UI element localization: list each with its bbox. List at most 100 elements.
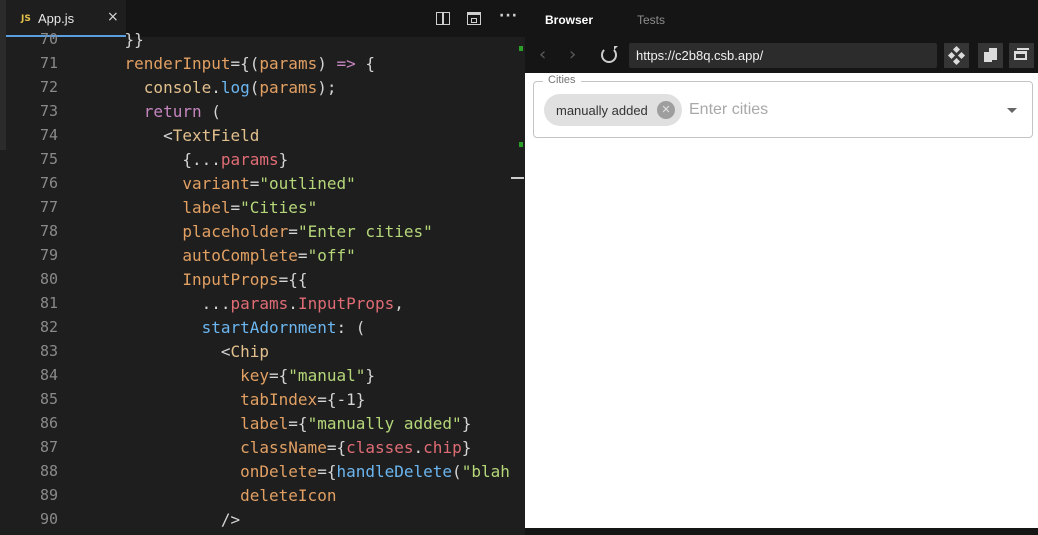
- open-new-window-icon[interactable]: [1009, 43, 1034, 68]
- code-lines[interactable]: 70 }} 71 renderInput={(params) => {72 con…: [0, 30, 525, 532]
- code-token: <: [86, 126, 173, 145]
- back-icon[interactable]: ‹: [539, 44, 546, 65]
- code-line[interactable]: 72 console.log(params);: [0, 76, 525, 100]
- code-token: handleDelete: [336, 462, 453, 481]
- code-token: .: [211, 78, 221, 97]
- minimap-change-marker: [519, 46, 523, 51]
- code-token: (: [201, 102, 221, 121]
- code-token: InputProps: [297, 294, 395, 313]
- open-preview-icon[interactable]: [467, 12, 481, 25]
- code-token: label: [240, 414, 289, 433]
- split-editor-icon[interactable]: [436, 12, 450, 25]
- code-token: "Enter cities": [297, 222, 433, 241]
- code-line[interactable]: 73 return (: [0, 100, 525, 124]
- browser-panel: Browser Tests ‹ › https://c2b8q.csb.app/…: [525, 0, 1038, 535]
- code-line[interactable]: 75 {...params}: [0, 148, 525, 172]
- dropdown-arrow-icon[interactable]: [1007, 108, 1017, 113]
- code-token: "blah: [461, 462, 510, 481]
- code-token: <: [86, 342, 231, 361]
- cities-input[interactable]: [689, 98, 989, 122]
- line-number: 83: [39, 342, 58, 360]
- code-token: "Cities": [240, 198, 318, 217]
- line-number: 73: [39, 102, 58, 120]
- javascript-file-icon: JS: [21, 14, 31, 24]
- code-line[interactable]: 84 key={"manual"}: [0, 364, 525, 388]
- code-line[interactable]: 79 autoComplete="off": [0, 244, 525, 268]
- code-token: ): [317, 54, 337, 73]
- manual-chip[interactable]: manually added ✕: [544, 94, 682, 126]
- preview-viewport: Cities manually added ✕: [525, 73, 1038, 528]
- code-line[interactable]: 77 label="Cities": [0, 196, 525, 220]
- code-token: "manual": [288, 366, 366, 385]
- code-token: =: [288, 222, 298, 241]
- code-line[interactable]: 89 deleteIcon: [0, 484, 525, 508]
- code-text: placeholder="Enter cities": [86, 222, 433, 241]
- reload-icon[interactable]: [601, 46, 618, 63]
- tab-browser[interactable]: Browser: [545, 13, 593, 27]
- code-token: .: [288, 294, 298, 313]
- panel-bottom-edge: [525, 528, 1038, 535]
- line-number: 70: [39, 30, 58, 48]
- code-text: />: [86, 510, 240, 529]
- chip-label: manually added: [556, 103, 648, 118]
- forward-icon[interactable]: ›: [569, 44, 576, 65]
- code-token: ={: [326, 438, 347, 457]
- code-token: onDelete: [240, 462, 318, 481]
- code-token: InputProps: [182, 270, 279, 289]
- code-line[interactable]: 80 InputProps={{: [0, 268, 525, 292]
- code-line[interactable]: 88 onDelete={handleDelete("blah: [0, 460, 525, 484]
- code-line[interactable]: 81 ...params.InputProps,: [0, 292, 525, 316]
- code-line[interactable]: 70 }}: [0, 28, 525, 52]
- tab-tests[interactable]: Tests: [637, 13, 665, 27]
- code-token: key: [240, 366, 270, 385]
- code-editor[interactable]: JS App.js × ··· 70 }} 71 renderInput={(pa…: [0, 0, 525, 535]
- code-line[interactable]: 83 <Chip: [0, 340, 525, 364]
- code-token: TextField: [172, 126, 260, 145]
- line-number: 76: [39, 174, 58, 192]
- code-text: label={"manually added"}: [86, 414, 471, 433]
- line-number: 81: [39, 294, 58, 312]
- code-line[interactable]: 85 tabIndex={-1}: [0, 388, 525, 412]
- url-bar[interactable]: https://c2b8q.csb.app/: [629, 43, 937, 68]
- code-token: (: [452, 462, 462, 481]
- code-line[interactable]: 76 variant="outlined": [0, 172, 525, 196]
- chip-delete-icon[interactable]: ✕: [657, 101, 675, 119]
- copy-icon[interactable]: [978, 43, 1003, 68]
- code-token: =: [249, 174, 260, 193]
- close-tab-icon[interactable]: ×: [107, 9, 119, 25]
- code-text: deleteIcon: [86, 486, 336, 505]
- code-line[interactable]: 86 label={"manually added"}: [0, 412, 525, 436]
- code-text: tabIndex={-1}: [86, 390, 365, 409]
- code-line[interactable]: 87 className={classes.chip}: [0, 436, 525, 460]
- code-token: className: [240, 438, 327, 457]
- code-line[interactable]: 78 placeholder="Enter cities": [0, 220, 525, 244]
- line-number: 84: [39, 366, 58, 384]
- code-text: }}: [86, 30, 144, 49]
- line-number: 86: [39, 414, 58, 432]
- code-line[interactable]: 82 startAdornment: (: [0, 316, 525, 340]
- code-text: key={"manual"}: [86, 366, 375, 385]
- code-token: =: [230, 198, 241, 217]
- line-number: 87: [39, 438, 58, 456]
- code-text: InputProps={{: [86, 270, 307, 289]
- code-text: className={classes.chip}: [86, 438, 471, 457]
- line-number: 80: [39, 270, 58, 288]
- more-actions-icon[interactable]: ···: [499, 8, 518, 24]
- code-line[interactable]: 71 renderInput={(params) => {: [0, 52, 525, 76]
- scrollbar-thumb[interactable]: [511, 177, 524, 179]
- cities-autocomplete[interactable]: Cities manually added ✕: [533, 74, 1033, 138]
- codesandbox-icon[interactable]: [944, 43, 969, 68]
- code-token: }: [365, 366, 375, 385]
- code-text: startAdornment: (: [86, 318, 366, 337]
- code-token: =>: [336, 54, 356, 73]
- code-line[interactable]: 74 <TextField: [0, 124, 525, 148]
- code-text: autoComplete="off": [86, 246, 355, 265]
- code-line[interactable]: 90 />: [0, 508, 525, 532]
- code-token: tabIndex: [240, 390, 318, 409]
